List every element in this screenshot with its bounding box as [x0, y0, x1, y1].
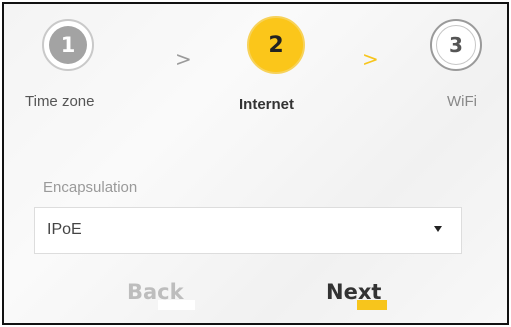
step-1-number: 1	[49, 26, 87, 64]
back-button[interactable]: Back	[127, 280, 195, 310]
setup-wizard-panel: 1 Time zone > 2 Internet > 3 WiFi Encaps…	[2, 2, 509, 325]
chevron-right-icon: >	[362, 47, 379, 71]
back-button-label: Back	[127, 280, 184, 304]
next-button-label: Next	[326, 280, 382, 304]
encapsulation-label: Encapsulation	[43, 179, 138, 196]
encapsulation-select[interactable]: IPoE	[34, 207, 462, 254]
step-1-indicator: 1	[42, 19, 94, 71]
step-3-number: 3	[436, 25, 476, 65]
step-3-label: WiFi	[447, 93, 477, 110]
step-1-label: Time zone	[25, 93, 95, 110]
step-3-indicator: 3	[430, 19, 482, 71]
step-2-label: Internet	[239, 96, 295, 113]
next-button[interactable]: Next	[326, 280, 387, 310]
chevron-right-icon: >	[175, 47, 192, 71]
step-2-indicator: 2	[247, 16, 305, 74]
caret-down-icon	[434, 226, 442, 232]
encapsulation-value: IPoE	[47, 221, 82, 238]
